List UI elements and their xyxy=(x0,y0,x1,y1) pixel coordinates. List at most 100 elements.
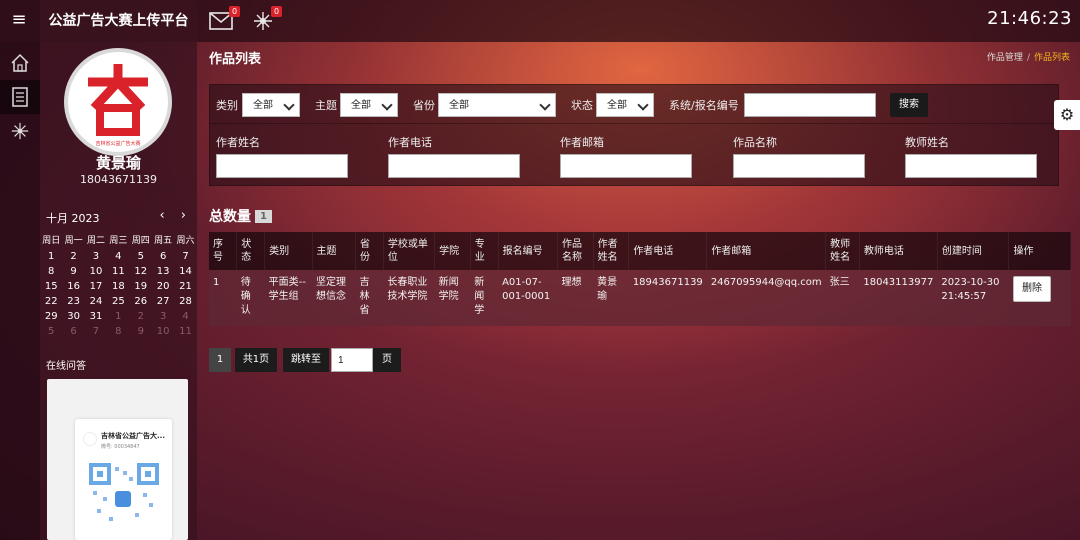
jump-page-input[interactable] xyxy=(331,348,373,372)
regno-input[interactable] xyxy=(744,93,876,117)
page-unit-button[interactable]: 页 xyxy=(373,348,401,372)
qr-code-icon xyxy=(89,463,159,521)
table-header-cell: 作者姓名 xyxy=(593,232,630,270)
teacher-name-label: 教师姓名 xyxy=(905,136,949,149)
calendar-day[interactable]: 10 xyxy=(152,324,174,339)
calendar-day[interactable]: 28 xyxy=(174,294,196,309)
calendar-day[interactable]: 30 xyxy=(62,309,84,324)
calendar-day[interactable]: 2 xyxy=(62,249,84,264)
calendar-day[interactable]: 11 xyxy=(174,324,196,339)
network-rail-icon[interactable] xyxy=(0,114,40,148)
calendar-day[interactable]: 10 xyxy=(85,264,107,279)
calendar-row: 8 9 10 11 12 13 14 xyxy=(40,264,197,279)
home-icon[interactable] xyxy=(0,46,40,80)
theme-select[interactable]: 全部 xyxy=(340,93,398,117)
calendar-day[interactable]: 12 xyxy=(130,264,152,279)
calendar-day[interactable]: 29 xyxy=(40,309,62,324)
calendar-day[interactable]: 16 xyxy=(62,279,84,294)
qa-sub: 微号: 00034847 xyxy=(101,444,140,450)
calendar-day[interactable]: 20 xyxy=(152,279,174,294)
calendar-day[interactable]: 2 xyxy=(130,309,152,324)
teacher-name-input[interactable] xyxy=(905,154,1037,178)
calendar-day[interactable]: 24 xyxy=(85,294,107,309)
calendar-day[interactable]: 3 xyxy=(85,249,107,264)
calendar-day[interactable]: 11 xyxy=(107,264,129,279)
chevron-down-icon xyxy=(539,99,551,111)
top-bar: ≡ 公益广告大赛上传平台 0 0 21:46:23 xyxy=(0,0,1080,42)
breadcrumb-root[interactable]: 作品管理 xyxy=(987,53,1023,63)
calendar-day[interactable]: 9 xyxy=(62,264,84,279)
network-icon[interactable]: 0 xyxy=(250,6,282,34)
calendar-weekday: 周一 xyxy=(64,236,83,246)
app-title: 公益广告大赛上传平台 xyxy=(40,0,197,42)
calendar-day[interactable]: 14 xyxy=(174,264,196,279)
table-header-cell: 学校或单位 xyxy=(383,232,436,270)
calendar-day[interactable]: 7 xyxy=(85,324,107,339)
category-label: 类别 xyxy=(216,99,238,112)
search-button[interactable]: 搜索 xyxy=(890,93,928,117)
page-1-button[interactable]: 1 xyxy=(209,348,231,372)
calendar-day[interactable]: 7 xyxy=(174,249,196,264)
jump-label: 跳转至 xyxy=(283,348,329,372)
calendar-day[interactable]: 4 xyxy=(174,309,196,324)
regno-label: 系统/报名编号 xyxy=(669,99,739,112)
calendar-day[interactable]: 18 xyxy=(107,279,129,294)
table-cell-action: 删除 xyxy=(1008,270,1071,326)
document-icon[interactable] xyxy=(0,80,40,114)
calendar-day[interactable]: 15 xyxy=(40,279,62,294)
calendar-day[interactable]: 1 xyxy=(107,309,129,324)
breadcrumb: 作品管理 / 作品列表 xyxy=(987,50,1070,63)
work-name-input[interactable] xyxy=(733,154,865,178)
calendar-day[interactable]: 3 xyxy=(152,309,174,324)
calendar-day[interactable]: 6 xyxy=(152,249,174,264)
settings-gear-icon[interactable]: ⚙ xyxy=(1054,100,1080,130)
table-header-cell: 报名编号 xyxy=(498,232,559,270)
calendar-day[interactable]: 17 xyxy=(85,279,107,294)
author-phone-input[interactable] xyxy=(388,154,520,178)
table-header-cell: 教师姓名 xyxy=(825,232,860,270)
calendar-weekday: 周三 xyxy=(109,236,128,246)
calendar-nav[interactable]: ‹ › xyxy=(159,208,192,223)
calendar-day[interactable]: 13 xyxy=(152,264,174,279)
author-name-input[interactable] xyxy=(216,154,348,178)
calendar-day[interactable]: 19 xyxy=(130,279,152,294)
calendar-day[interactable]: 31 xyxy=(85,309,107,324)
total-count: 总数量 1 xyxy=(209,206,272,226)
delete-button[interactable]: 删除 xyxy=(1012,276,1051,302)
calendar-day[interactable]: 23 xyxy=(62,294,84,309)
calendar-day[interactable]: 21 xyxy=(174,279,196,294)
calendar-day[interactable]: 8 xyxy=(107,324,129,339)
status-label: 状态 xyxy=(571,99,593,112)
calendar-day[interactable]: 22 xyxy=(40,294,62,309)
calendar-day[interactable]: 25 xyxy=(107,294,129,309)
table-header-cell: 教师电话 xyxy=(859,232,938,270)
theme-value: 全部 xyxy=(351,100,371,111)
author-email-input[interactable] xyxy=(560,154,692,178)
province-value: 全部 xyxy=(449,100,469,111)
table-cell-theme: 坚定理想信念 xyxy=(312,270,356,326)
calendar-day[interactable]: 26 xyxy=(130,294,152,309)
clock: 21:46:23 xyxy=(987,8,1072,29)
calendar-day[interactable]: 5 xyxy=(130,249,152,264)
calendar-day[interactable]: 1 xyxy=(40,249,62,264)
category-select[interactable]: 全部 xyxy=(242,93,300,117)
table-header-cell: 序号 xyxy=(209,232,238,270)
calendar-day[interactable]: 4 xyxy=(107,249,129,264)
mail-icon[interactable]: 0 xyxy=(208,6,240,34)
table-cell-created: 2023-10-30 21:45:57 xyxy=(937,270,1009,326)
calendar-day[interactable]: 8 xyxy=(40,264,62,279)
status-select[interactable]: 全部 xyxy=(596,93,654,117)
table-cell-major: 新闻学 xyxy=(470,270,499,326)
filter-panel: 类别 全部 主题 全部 省份 全部 状态 全部 系统/报名编号 搜索 作者姓名 … xyxy=(209,84,1060,186)
table-header-cell: 作品名称 xyxy=(557,232,594,270)
calendar-day[interactable]: 6 xyxy=(62,324,84,339)
hamburger-menu-icon[interactable]: ≡ xyxy=(8,10,30,30)
calendar-day[interactable]: 9 xyxy=(130,324,152,339)
calendar-weekday: 周二 xyxy=(86,236,105,246)
author-name-label: 作者姓名 xyxy=(216,136,260,149)
table-cell-author-email: 2467095944@qq.com xyxy=(706,270,826,326)
qa-card[interactable]: 吉林省公益广告大... 微号: 00034847 xyxy=(75,419,172,540)
calendar-day[interactable]: 27 xyxy=(152,294,174,309)
province-select[interactable]: 全部 xyxy=(438,93,556,117)
calendar-day[interactable]: 5 xyxy=(40,324,62,339)
